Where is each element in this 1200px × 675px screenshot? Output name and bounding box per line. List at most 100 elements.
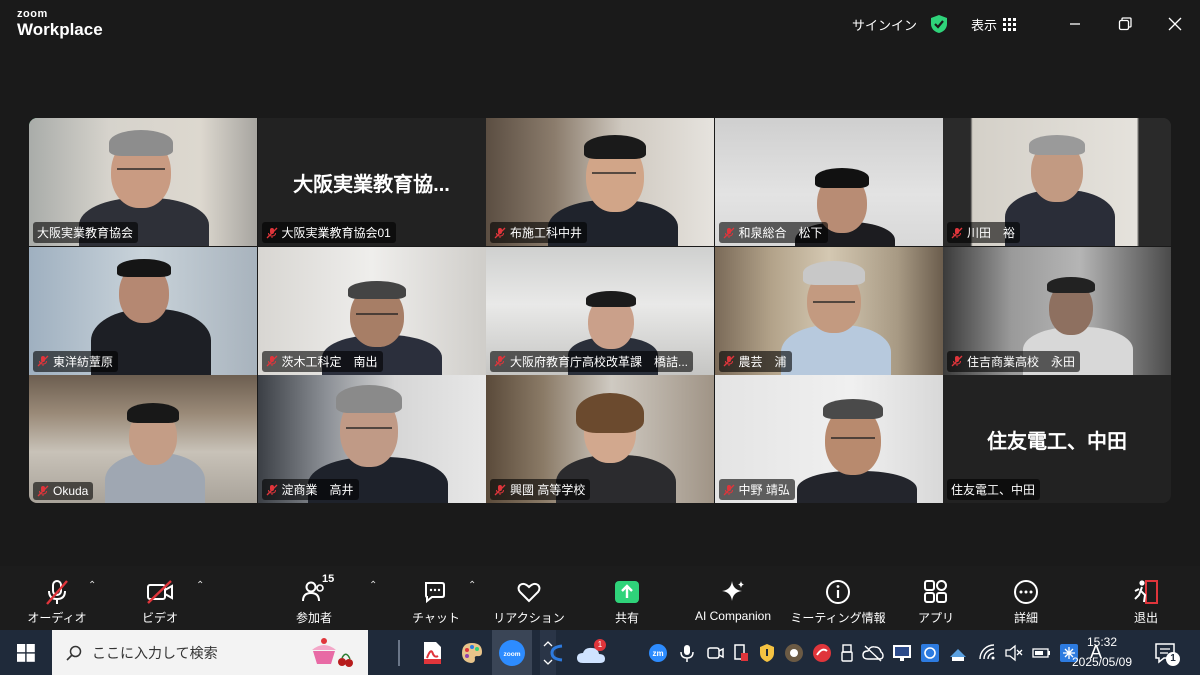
- speaker-muted-icon[interactable]: [1004, 644, 1024, 662]
- reactions-label: リアクション: [493, 611, 565, 625]
- video-tile[interactable]: 住友電工、中田 住友電工、中田: [943, 375, 1171, 503]
- video-tile[interactable]: 淀商業 高井: [257, 375, 486, 503]
- usb-tray-icon[interactable]: [840, 643, 854, 663]
- chat-options-chevron-icon[interactable]: ⌃: [468, 580, 476, 591]
- video-options-chevron-icon[interactable]: ⌃: [196, 580, 204, 591]
- onedrive-tray[interactable]: 1: [576, 638, 610, 665]
- svg-text:zm: zm: [652, 649, 663, 658]
- video-tile[interactable]: 大阪府教育庁高校改革課 橋詰...: [486, 246, 714, 375]
- participants-count: 15: [322, 573, 335, 585]
- security-tray-icon[interactable]: [758, 643, 776, 663]
- audio-label: オーディオ: [27, 611, 87, 625]
- mic-muted-icon: [494, 227, 506, 238]
- chat-icon: [425, 582, 445, 604]
- participants-button[interactable]: 15 参加者: [266, 566, 362, 630]
- mic-muted-icon: [37, 485, 49, 497]
- chat-button[interactable]: チャット: [388, 566, 484, 630]
- zoom-app-icon: zoom: [499, 639, 525, 666]
- audio-button[interactable]: オーディオ: [9, 566, 105, 630]
- leave-button[interactable]: 退出: [1098, 566, 1194, 630]
- tray-blue-arc-icon[interactable]: [548, 643, 566, 663]
- grid-view-icon[interactable]: [1003, 17, 1016, 31]
- participant-name-tag: 淀商業 高井: [261, 479, 359, 500]
- video-tile[interactable]: 中野 靖弘: [714, 375, 943, 503]
- participant-name-tag: 川田 裕: [947, 222, 1021, 243]
- microphone-tray-icon[interactable]: [678, 643, 696, 663]
- video-tile[interactable]: 東洋紡蕫原: [29, 246, 257, 375]
- taskbar-pdf-app[interactable]: [412, 630, 452, 675]
- video-tile[interactable]: Okuda: [29, 375, 257, 503]
- clock-time: 15:32: [1086, 635, 1118, 649]
- meeting-controls: オーディオ ⌃ ビデオ ⌃ 15 参加者 ⌃ チャット ⌃ リアクション 共有: [0, 566, 1200, 630]
- share-button[interactable]: 共有: [579, 566, 675, 630]
- video-tile[interactable]: 布施工科中井: [486, 118, 714, 246]
- participant-name-tag: 布施工科中井: [490, 222, 588, 243]
- battery-icon[interactable]: [1032, 645, 1052, 661]
- taskbar-clock[interactable]: 15:32 2025/05/09: [1064, 632, 1140, 672]
- video-tile[interactable]: 住吉商業高校 永田: [943, 246, 1171, 375]
- network-app-tray-icon[interactable]: [920, 643, 940, 663]
- title-bar: zoom Workplace サインイン 表示: [0, 0, 1200, 48]
- paint-palette-icon: [462, 642, 482, 663]
- notification-center-button[interactable]: 1: [1150, 638, 1180, 668]
- more-button[interactable]: 詳細: [978, 566, 1074, 630]
- sign-in-link[interactable]: サインイン: [852, 15, 917, 34]
- cloud-off-tray-icon[interactable]: [862, 643, 884, 663]
- ai-companion-button[interactable]: AI Companion: [685, 566, 781, 630]
- apps-label: アプリ: [917, 611, 954, 625]
- wifi-icon[interactable]: [978, 643, 996, 662]
- device-tray-icon[interactable]: [732, 643, 750, 663]
- participant-name-tag: 農芸 浦: [718, 350, 792, 372]
- taskbar-zoom-app[interactable]: zoom: [492, 630, 532, 675]
- mic-muted-icon: [266, 484, 277, 495]
- leave-label: 退出: [1133, 611, 1158, 625]
- apps-button[interactable]: アプリ: [888, 566, 984, 630]
- onedrive-badge: 1: [594, 638, 606, 651]
- meeting-info-button[interactable]: ミーティング情報: [790, 566, 886, 630]
- participant-name-tag: 茨木工科定 南出: [261, 350, 383, 372]
- close-button[interactable]: [1150, 0, 1200, 48]
- participant-name-tag: 大阪実業教育協会01: [261, 222, 396, 243]
- video-tile[interactable]: 大阪実業教育協... 大阪実業教育協会01: [257, 118, 486, 246]
- svg-text:zoom: zoom: [504, 651, 521, 658]
- mic-muted-icon: [266, 227, 277, 238]
- reactions-button[interactable]: リアクション: [481, 566, 577, 630]
- apps-icon: [924, 580, 947, 603]
- video-button[interactable]: ビデオ: [112, 566, 208, 630]
- participants-options-chevron-icon[interactable]: ⌃: [369, 580, 377, 591]
- restore-button[interactable]: [1100, 0, 1150, 48]
- participants-label: 参加者: [295, 611, 332, 625]
- antivirus-tray-icon[interactable]: [812, 643, 832, 663]
- video-tile[interactable]: 茨木工科定 南出: [257, 246, 486, 375]
- pdf-icon: [424, 641, 441, 664]
- participant-display-name: 住友電工、中田: [987, 431, 1127, 453]
- printer-tray-icon[interactable]: [948, 643, 968, 663]
- zoom-tray-icon[interactable]: zm: [648, 643, 668, 663]
- video-tile[interactable]: 農芸 浦: [714, 246, 943, 375]
- video-tile[interactable]: 川田 裕: [943, 118, 1171, 246]
- audio-options-chevron-icon[interactable]: ⌃: [88, 580, 96, 591]
- ai-sparkle-icon: [722, 581, 744, 601]
- display-tray-icon[interactable]: [892, 643, 912, 663]
- notification-count-badge: 1: [1166, 652, 1180, 666]
- zoom-workplace-logo: zoom Workplace: [17, 9, 103, 39]
- taskbar-search-box[interactable]: ここに入力して検索: [52, 630, 368, 675]
- video-tile[interactable]: 興國 高等学校: [486, 375, 714, 503]
- shield-check-icon[interactable]: [929, 14, 949, 34]
- more-label: 詳細: [1013, 611, 1038, 625]
- search-icon: [66, 645, 82, 661]
- view-menu-button[interactable]: 表示: [971, 15, 997, 34]
- minimize-icon: [1070, 23, 1080, 25]
- participant-name-tag: 和泉総合 松下: [718, 222, 828, 243]
- chat-label: チャット: [412, 611, 460, 625]
- participant-name-tag: 大阪府教育庁高校改革課 橋詰...: [490, 350, 694, 372]
- minimize-button[interactable]: [1050, 0, 1100, 48]
- taskbar-paint-app[interactable]: [452, 630, 492, 675]
- camera-tray-icon[interactable]: [706, 643, 724, 663]
- start-button[interactable]: [0, 630, 52, 675]
- app-tray-icon[interactable]: [784, 643, 804, 663]
- video-tile[interactable]: 大阪実業教育協会: [29, 118, 257, 246]
- share-screen-icon: [615, 581, 639, 603]
- mic-muted-icon: [266, 355, 277, 367]
- video-tile[interactable]: 和泉総合 松下: [714, 118, 943, 246]
